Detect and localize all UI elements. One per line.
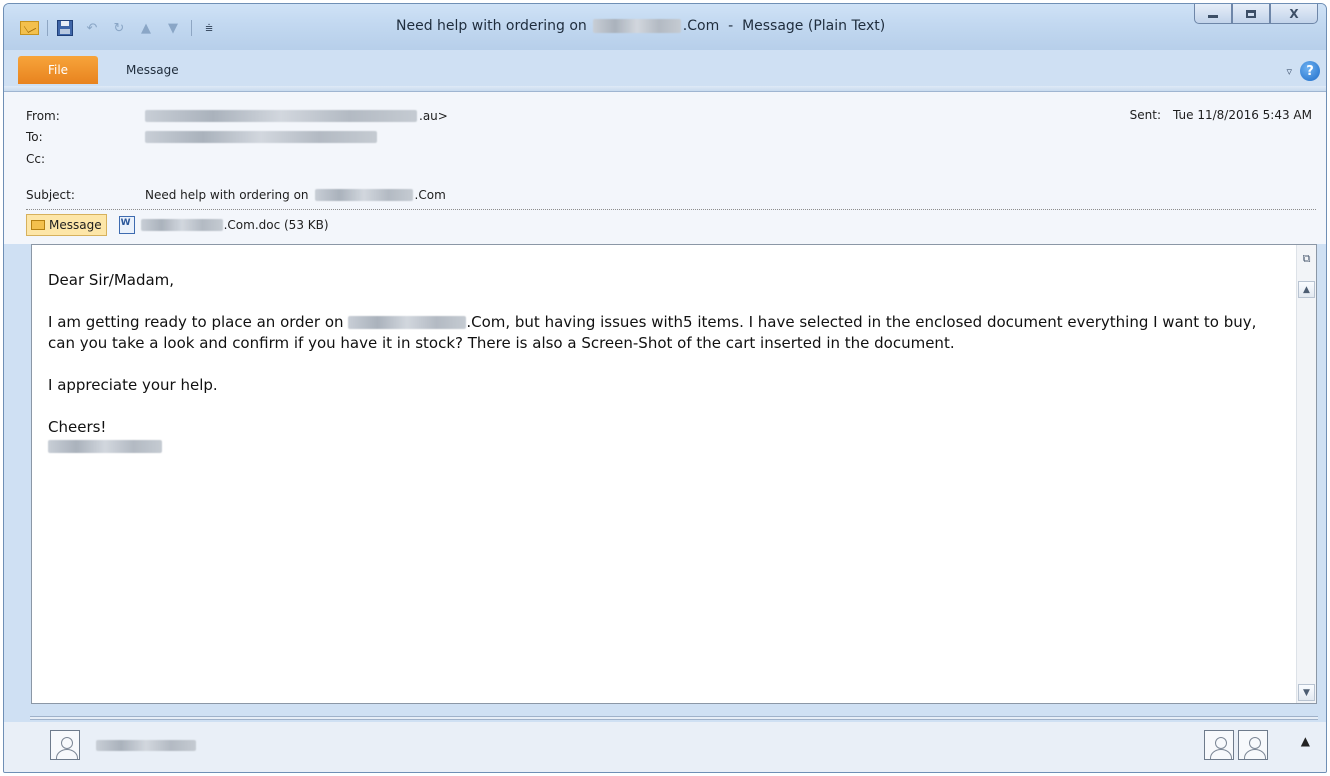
subject-label: Subject: xyxy=(26,188,75,202)
help-area: ▿ ? xyxy=(1286,61,1320,81)
next-icon[interactable]: ▼ xyxy=(162,17,184,39)
header-divider xyxy=(26,209,1316,210)
save-icon[interactable] xyxy=(54,17,76,39)
maximize-icon xyxy=(1246,9,1256,18)
scroll-down-button[interactable]: ▼ xyxy=(1298,684,1315,701)
redo-icon[interactable]: ↻ xyxy=(108,17,130,39)
message-view-tab[interactable]: Message xyxy=(26,214,107,236)
scroll-up-button[interactable]: ▲ xyxy=(1298,281,1315,298)
redacted-sender-name[interactable] xyxy=(96,740,196,751)
window-title-prefix: Need help with ordering on xyxy=(396,18,587,34)
redacted-domain xyxy=(348,316,467,329)
window-title: Need help with ordering on .Com - Messag… xyxy=(396,18,885,34)
from-suffix: .au> xyxy=(419,109,448,123)
to-row: To: xyxy=(26,128,377,146)
toolbar-separator xyxy=(47,20,48,36)
to-label: To: xyxy=(26,130,43,144)
minimize-icon xyxy=(1208,15,1218,18)
contact-avatar[interactable] xyxy=(1204,730,1234,760)
redacted-recipient xyxy=(145,131,377,143)
redacted-sender xyxy=(145,110,417,122)
split-view-icon[interactable]: ⧉ xyxy=(1298,249,1315,269)
window-controls: X xyxy=(1194,4,1318,24)
body-paragraph-2: I appreciate your help. xyxy=(48,376,218,394)
vertical-scrollbar[interactable]: ⧉ ▲ ▼ xyxy=(1296,245,1316,703)
sender-avatar[interactable] xyxy=(50,730,80,760)
window-title-suffix: .Com - Message (Plain Text) xyxy=(682,18,886,34)
message-view-label: Message xyxy=(49,218,102,232)
subject-suffix: .Com xyxy=(414,188,446,202)
envelope-icon xyxy=(31,220,45,230)
outlook-message-window: ↶ ↻ ▲ ▼ ⩧ Need help with ordering on .Co… xyxy=(3,3,1327,773)
from-label: From: xyxy=(26,109,60,123)
contact-avatar[interactable] xyxy=(1238,730,1268,760)
attachment-file[interactable]: .Com.doc (53 KB) xyxy=(140,218,329,232)
previous-icon[interactable]: ▲ xyxy=(135,17,157,39)
customize-icon[interactable]: ⩧ xyxy=(198,17,220,39)
minimize-button[interactable] xyxy=(1194,4,1232,24)
attachment-file-label: .Com.doc (53 KB) xyxy=(223,218,329,232)
toolbar-separator xyxy=(191,20,192,36)
people-pane: ▲ xyxy=(4,722,1326,772)
word-document-icon[interactable] xyxy=(118,216,135,234)
quick-access-toolbar: ↶ ↻ ▲ ▼ ⩧ xyxy=(18,17,225,39)
tab-file[interactable]: File xyxy=(18,56,98,84)
help-icon[interactable]: ? xyxy=(1300,61,1320,81)
from-row: From: .au> xyxy=(26,107,448,125)
redacted-filename xyxy=(140,219,223,231)
attachment-bar: Message .Com.doc (53 KB) xyxy=(26,213,329,237)
closing: Cheers! xyxy=(48,418,107,436)
redacted-signature xyxy=(48,440,162,453)
sent-value: Tue 11/8/2016 5:43 AM xyxy=(1173,108,1312,122)
tab-message[interactable]: Message xyxy=(126,56,179,84)
expand-people-pane-icon[interactable]: ▲ xyxy=(1301,734,1310,748)
title-bar: ↶ ↻ ▲ ▼ ⩧ Need help with ordering on .Co… xyxy=(4,4,1326,84)
message-body-text: Dear Sir/Madam, I am getting ready to pl… xyxy=(48,270,1278,453)
close-icon: X xyxy=(1289,6,1299,21)
maximize-button[interactable] xyxy=(1232,4,1270,24)
close-button[interactable]: X xyxy=(1270,4,1318,24)
greeting: Dear Sir/Madam, xyxy=(48,271,175,289)
undo-icon[interactable]: ↶ xyxy=(81,17,103,39)
redacted-domain xyxy=(592,19,681,33)
redacted-domain xyxy=(314,189,413,201)
sent-label: Sent: xyxy=(1129,108,1162,122)
people-pane-splitter[interactable] xyxy=(30,716,1318,720)
mail-icon[interactable] xyxy=(18,17,40,39)
cc-row: Cc: xyxy=(26,150,145,168)
ribbon-tabs: File Message xyxy=(18,56,179,84)
ribbon-expand-icon[interactable]: ▿ xyxy=(1286,65,1292,78)
cc-label: Cc: xyxy=(26,152,46,166)
subject-prefix: Need help with ordering on xyxy=(145,188,309,202)
subject-row: Subject: Need help with ordering on .Com xyxy=(26,186,446,204)
body-paragraph-1: I am getting ready to place an order on … xyxy=(48,312,1278,354)
message-body[interactable]: Dear Sir/Madam, I am getting ready to pl… xyxy=(31,244,1317,704)
body-paragraph-1-prefix: I am getting ready to place an order on xyxy=(48,313,344,331)
sent-row: Sent: Tue 11/8/2016 5:43 AM xyxy=(1130,108,1312,122)
